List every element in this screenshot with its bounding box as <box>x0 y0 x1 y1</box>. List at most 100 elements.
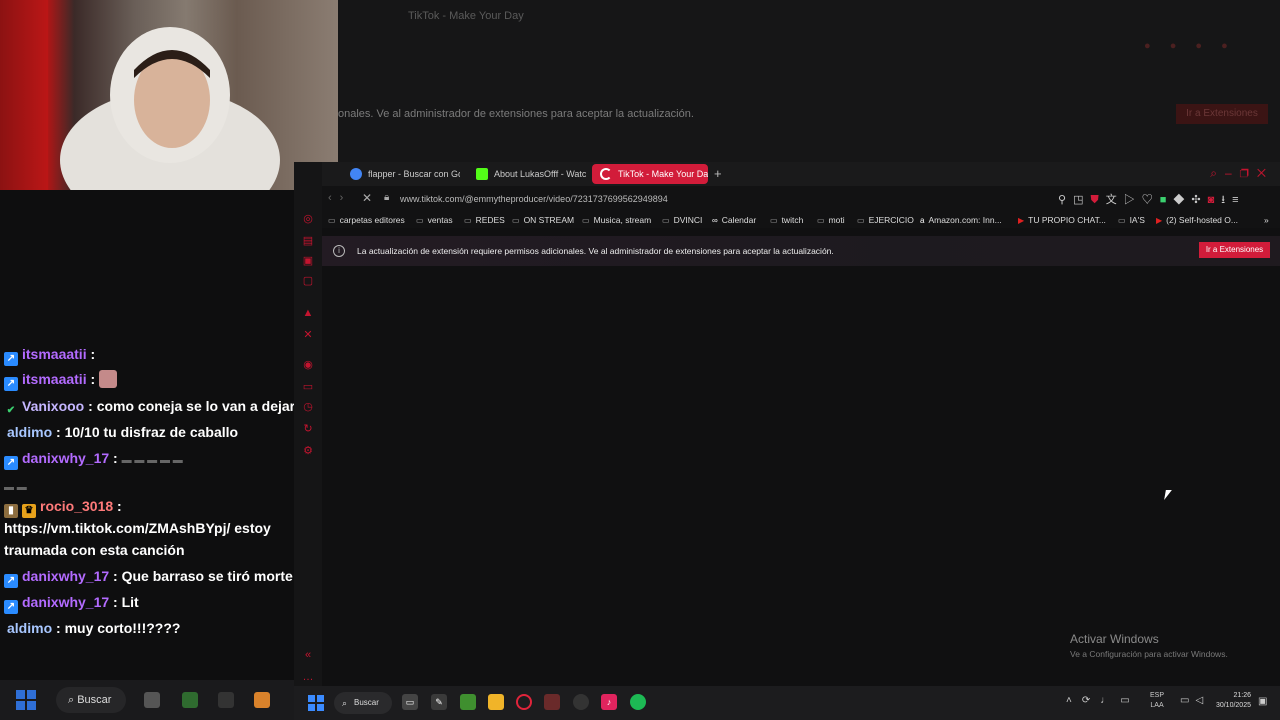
stream-chat: ↗ itsmaaatii : ↗ itsmaaatii : ✔ Vanixooo : … <box>0 190 295 680</box>
bookmark-item[interactable]: ▭ ventas <box>416 215 453 225</box>
bookmark-item[interactable]: ▭ carpetas editores <box>328 215 405 225</box>
extension-icon[interactable]: ◆ <box>1173 194 1191 206</box>
history-icon[interactable]: ◷ <box>301 400 315 414</box>
go-to-extensions-button[interactable]: Ir a Extensiones <box>1199 242 1270 258</box>
chat-username: danixwhy_17 <box>22 594 110 610</box>
back-icon[interactable]: ‹ <box>328 192 340 204</box>
bookmark-item[interactable]: ▭ ON STREAM <box>512 215 574 225</box>
translate-icon[interactable]: 文 <box>1106 194 1124 206</box>
verified-badge-icon: ✔ <box>6 405 16 416</box>
lock-icon[interactable]: 🔒︎ <box>384 192 389 203</box>
webcam-feed <box>0 0 338 190</box>
stack-icon[interactable]: ▤ <box>301 234 315 248</box>
x-icon[interactable]: ✕ <box>301 328 315 342</box>
search-icon: ⌕ <box>342 698 348 708</box>
vpn-icon[interactable]: ■ <box>1160 194 1174 206</box>
bookmark-item[interactable]: ▭ moti <box>817 215 845 225</box>
menu-icon[interactable]: ≡ <box>1232 194 1245 206</box>
stop-loading-icon[interactable]: ✕ <box>362 191 372 205</box>
forward-icon[interactable]: › <box>340 192 352 204</box>
folder-icon[interactable] <box>254 692 270 708</box>
prime-badge-icon: ↗ <box>4 574 18 588</box>
network-volume-icons[interactable]: ▭◁ <box>1180 695 1209 706</box>
bookmark-label: ON STREAM <box>523 215 575 225</box>
music-icon[interactable]: ◉ <box>301 358 315 372</box>
clock-time: 21:26 <box>1233 692 1251 699</box>
sync-icon[interactable]: ⟳ <box>1082 695 1100 706</box>
puzzle-icon[interactable]: ✣ <box>1191 194 1207 206</box>
notice-text: La actualización de extensión requiere p… <box>357 246 834 256</box>
maximize-icon[interactable]: ❐ <box>1240 166 1257 180</box>
settings-icon[interactable]: ⚙ <box>301 444 315 458</box>
browser-window: flapper - Buscar con Goo About LukasOfff… <box>322 162 1280 686</box>
snapshot-icon[interactable]: ◳ <box>1073 194 1090 206</box>
notification-icon[interactable]: ▣ <box>1258 696 1267 707</box>
bookmark-item[interactable]: ▶ TU PROPIO CHAT... <box>1018 215 1106 225</box>
shield-icon[interactable]: ⛊ <box>1090 194 1105 206</box>
video-editor-icon[interactable] <box>544 694 560 710</box>
taskbar-search[interactable]: ⌕ Buscar <box>334 692 392 714</box>
camera-icon[interactable]: ◙ <box>1208 194 1222 206</box>
chat-message: ↗ danixwhy_17 : ▬ ▬ ▬ ▬ ▬ <box>4 450 183 470</box>
app-icon[interactable] <box>218 692 234 708</box>
pin-icon[interactable]: ⚲ <box>1058 194 1073 206</box>
app-icon[interactable] <box>144 692 160 708</box>
tab-google-search[interactable]: flapper - Buscar con Goo <box>342 164 460 184</box>
bookmark-label: ventas <box>427 215 453 225</box>
microphone-icon[interactable]: ♩ <box>1100 695 1120 706</box>
bookmark-item[interactable]: ∞ Calendar <box>712 215 756 225</box>
clock[interactable]: 21:26 30/10/2025 <box>1209 691 1251 711</box>
play-icon[interactable]: ▷ <box>1124 194 1142 206</box>
chevron-up-icon[interactable]: ˄ <box>1066 695 1082 706</box>
minecraft-icon[interactable] <box>460 694 476 710</box>
bookmark-label: TU PROPIO CHAT... <box>1028 215 1106 225</box>
chat-message: aldimo : 10/10 tu disfraz de caballo <box>7 424 239 440</box>
app-icon[interactable]: ✎ <box>431 694 447 710</box>
refresh-icon[interactable]: ↻ <box>301 422 315 436</box>
bookmark-item[interactable]: a Amazon.com: Inn... <box>920 215 1002 225</box>
tab-title: About LukasOfff - Watch <box>494 169 586 179</box>
bookmark-item[interactable]: ▭ DVINCI <box>662 215 702 225</box>
tiktok-icon[interactable]: ♪ <box>601 694 617 710</box>
windows-start-icon[interactable] <box>16 690 36 710</box>
language-indicator[interactable]: ESP LAA <box>1150 691 1164 711</box>
windows-start-icon[interactable] <box>308 695 324 711</box>
minecraft-icon[interactable] <box>182 692 198 708</box>
download-icon[interactable]: ⭳ <box>1221 194 1232 206</box>
heart-icon[interactable]: ♡ <box>1142 194 1160 206</box>
url-input[interactable] <box>400 191 1020 207</box>
taskbar-search[interactable]: ⌕ Buscar <box>56 687 126 713</box>
new-tab-button[interactable]: + <box>714 166 722 181</box>
sidebar-toggle-icon[interactable]: « <box>301 648 315 662</box>
more-icon[interactable]: … <box>301 670 315 684</box>
bookmark-item[interactable]: ▶ (2) Self-hosted O... <box>1156 215 1238 225</box>
messenger-icon[interactable]: ◎ <box>301 212 315 226</box>
search-tabs-icon[interactable]: ⌕ <box>1210 166 1225 180</box>
keyboard-layout: LAA <box>1150 702 1164 709</box>
file-explorer-icon[interactable] <box>488 694 504 710</box>
chat-icon[interactable]: ▣ <box>301 254 315 268</box>
bookmark-item[interactable]: ▭ Musica, stream <box>582 215 651 225</box>
background-toolbar-icons: ● ● ● ● <box>1144 40 1236 52</box>
chat-username: danixwhy_17 <box>22 450 110 466</box>
whatsapp-icon[interactable]: ▢ <box>301 274 315 288</box>
close-icon[interactable]: ✕ <box>1257 166 1274 180</box>
tab-kick[interactable]: About LukasOfff - Watch <box>468 164 586 184</box>
player-icon[interactable]: ▭ <box>301 380 315 394</box>
crown-badge-icon: ♛ <box>22 504 36 518</box>
spotify-icon[interactable] <box>630 694 646 710</box>
minimize-icon[interactable]: – <box>1225 166 1240 180</box>
bookmarks-overflow-icon[interactable]: » <box>1264 215 1269 225</box>
bookmark-item[interactable]: ▭ twitch <box>770 215 803 225</box>
aria-icon[interactable]: ▲ <box>301 306 315 320</box>
task-view-icon[interactable]: ▭ <box>402 694 418 710</box>
opera-icon[interactable] <box>516 694 532 710</box>
chat-message: ↗ itsmaaatii : <box>4 370 118 391</box>
tab-tiktok[interactable]: TikTok - Make Your Day <box>592 164 708 184</box>
bookmark-item[interactable]: ▭ EJERCICIO <box>857 215 914 225</box>
obs-icon[interactable] <box>573 694 589 710</box>
keyboard-icon[interactable]: ▭ <box>1120 695 1139 706</box>
bookmark-item[interactable]: ▭ REDES <box>464 215 505 225</box>
chat-message: ↗ itsmaaatii : <box>4 346 95 366</box>
bookmark-item[interactable]: ▭ IA'S <box>1118 215 1145 225</box>
